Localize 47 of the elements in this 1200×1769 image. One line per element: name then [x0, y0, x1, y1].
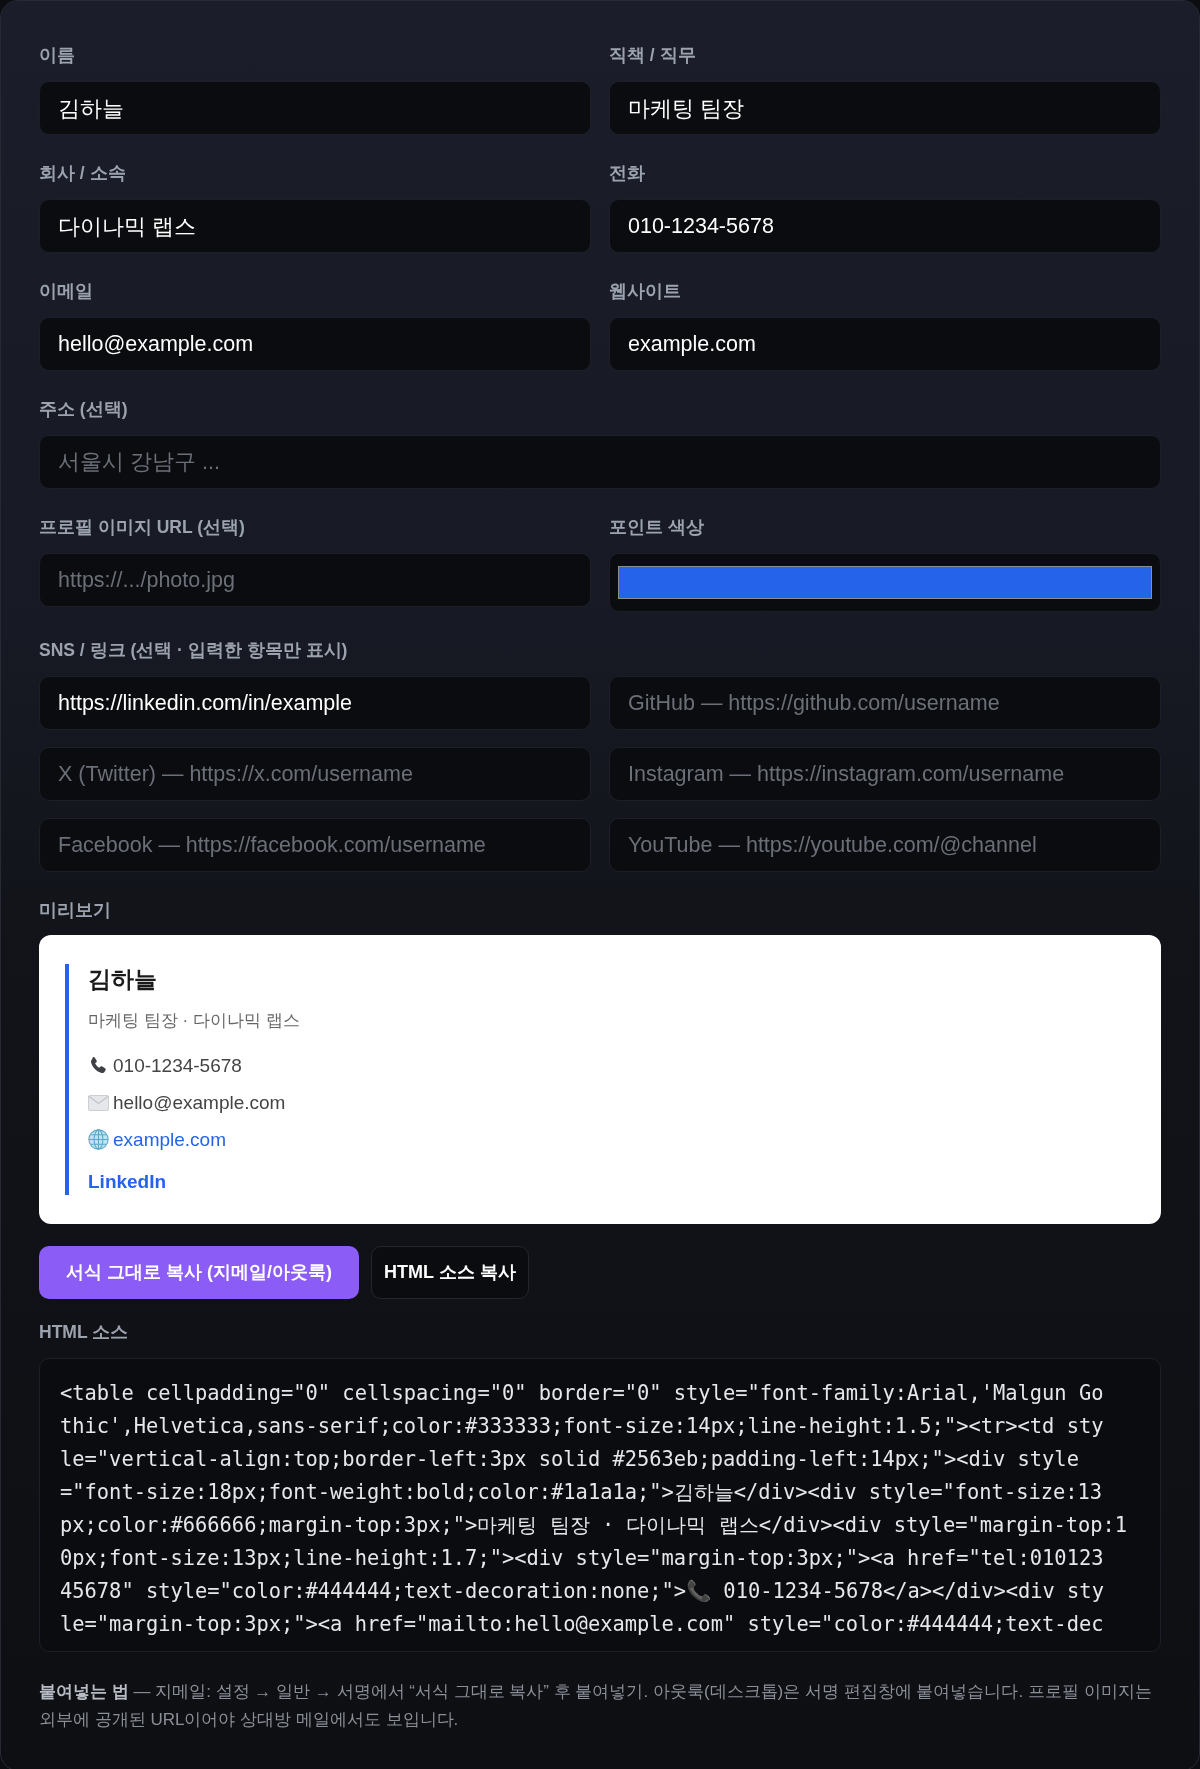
- text-field[interactable]: example.com: [609, 317, 1161, 371]
- code-line: ="font-size:18px;font-weight:bold;color:#1a1a1a;">김하늘</div><div style="font-size:13: [60, 1479, 1103, 1506]
- code-line: <table cellpadding="0" cellspacing="0" border="0" style="font-family:Arial,'Malgun Go: [60, 1380, 1104, 1407]
- field-label: 직책 / 직무: [609, 44, 697, 67]
- phone-number: 010-1234-5678: [113, 1054, 242, 1078]
- paste-instructions: 붙여넣는 법 — 지메일: 설정 → 일반 → 서명에서 “서식 그대로 복사” 후 붙여넣기. 아웃룩(데스크톱)은 서명 편집창에 붙여넣습니다. 프로필 이미지는 외부에 공개된 URL이어야 상대방 메일에서도 보입니다.: [39, 1681, 1153, 1731]
- field-label: 주소 (선택): [39, 398, 129, 421]
- email-address: hello@example.com: [113, 1091, 286, 1115]
- text-field[interactable]: hello@example.com: [39, 317, 591, 371]
- field-label: 회사 / 소속: [39, 162, 127, 185]
- code-line: thic',Helvetica,sans-serif;color:#333333;font-size:14px;line-height:1.5;"><tr><td sty: [60, 1413, 1104, 1440]
- code-line: le="margin-top:3px;"><a href="mailto:hello@example.com" style="color:#444444;text-dec: [60, 1611, 1104, 1638]
- link-field[interactable]: X (Twitter) — https://x.com/username: [39, 747, 591, 801]
- section-label: SNS / 링크 (선택 · 입력한 항목만 표시): [39, 639, 349, 662]
- color-picker[interactable]: [609, 553, 1161, 612]
- phone-icon: [88, 1055, 109, 1076]
- text-field[interactable]: 김하늘: [39, 81, 591, 135]
- section-label: HTML 소스: [39, 1321, 130, 1344]
- field-label: 전화: [609, 162, 646, 185]
- link-field[interactable]: https://linkedin.com/in/example: [39, 676, 591, 730]
- signature-subtitle: 마케팅 팀장 · 다이나믹 랩스: [88, 1010, 300, 1032]
- field-label: 포인트 색상: [609, 516, 705, 539]
- globe-icon: [88, 1129, 109, 1150]
- social-link[interactable]: LinkedIn: [88, 1169, 167, 1195]
- text-field[interactable]: https://.../photo.jpg: [39, 553, 591, 607]
- code-line: 0px;font-size:13px;line-height:1.7;"><div style="margin-top:3px;"><a href="tel:010123: [60, 1545, 1104, 1572]
- link-field[interactable]: Facebook — https://facebook.com/username: [39, 818, 591, 872]
- signature-name: 김하늘: [88, 965, 158, 994]
- code-line: 45678" style="color:#444444;text-decoration:none;">📞 010-1234-5678</a></div><div sty: [60, 1578, 1104, 1605]
- link-field[interactable]: YouTube — https://youtube.com/@channel: [609, 818, 1161, 872]
- envelope-icon: [88, 1094, 109, 1111]
- link-field[interactable]: GitHub — https://github.com/username: [609, 676, 1161, 730]
- field-label: 이메일: [39, 280, 94, 303]
- code-line: px;color:#666666;margin-top:3px;">마케팅 팀장 · 다이나믹 랩스</div><div style="margin-top:1: [60, 1512, 1128, 1539]
- field-label: 프로필 이미지 URL (선택): [39, 516, 246, 539]
- field-label: 웹사이트: [609, 280, 682, 303]
- copy-button[interactable]: HTML 소스 복사: [371, 1246, 529, 1299]
- field-label: 이름: [39, 44, 76, 67]
- text-field[interactable]: 서울시 강남구 ...: [39, 435, 1161, 489]
- text-field[interactable]: 다이나믹 랩스: [39, 199, 591, 253]
- section-label: 미리보기: [39, 899, 112, 922]
- copy-button[interactable]: 서식 그대로 복사 (지메일/아웃룩): [39, 1246, 359, 1299]
- website-link[interactable]: example.com: [113, 1125, 226, 1154]
- code-line: le="vertical-align:top;border-left:3px solid #2563eb;padding-left:14px;"><div style: [60, 1446, 1079, 1473]
- text-field[interactable]: 마케팅 팀장: [609, 81, 1161, 135]
- text-field[interactable]: 010-1234-5678: [609, 199, 1161, 253]
- link-field[interactable]: Instagram — https://instagram.com/username: [609, 747, 1161, 801]
